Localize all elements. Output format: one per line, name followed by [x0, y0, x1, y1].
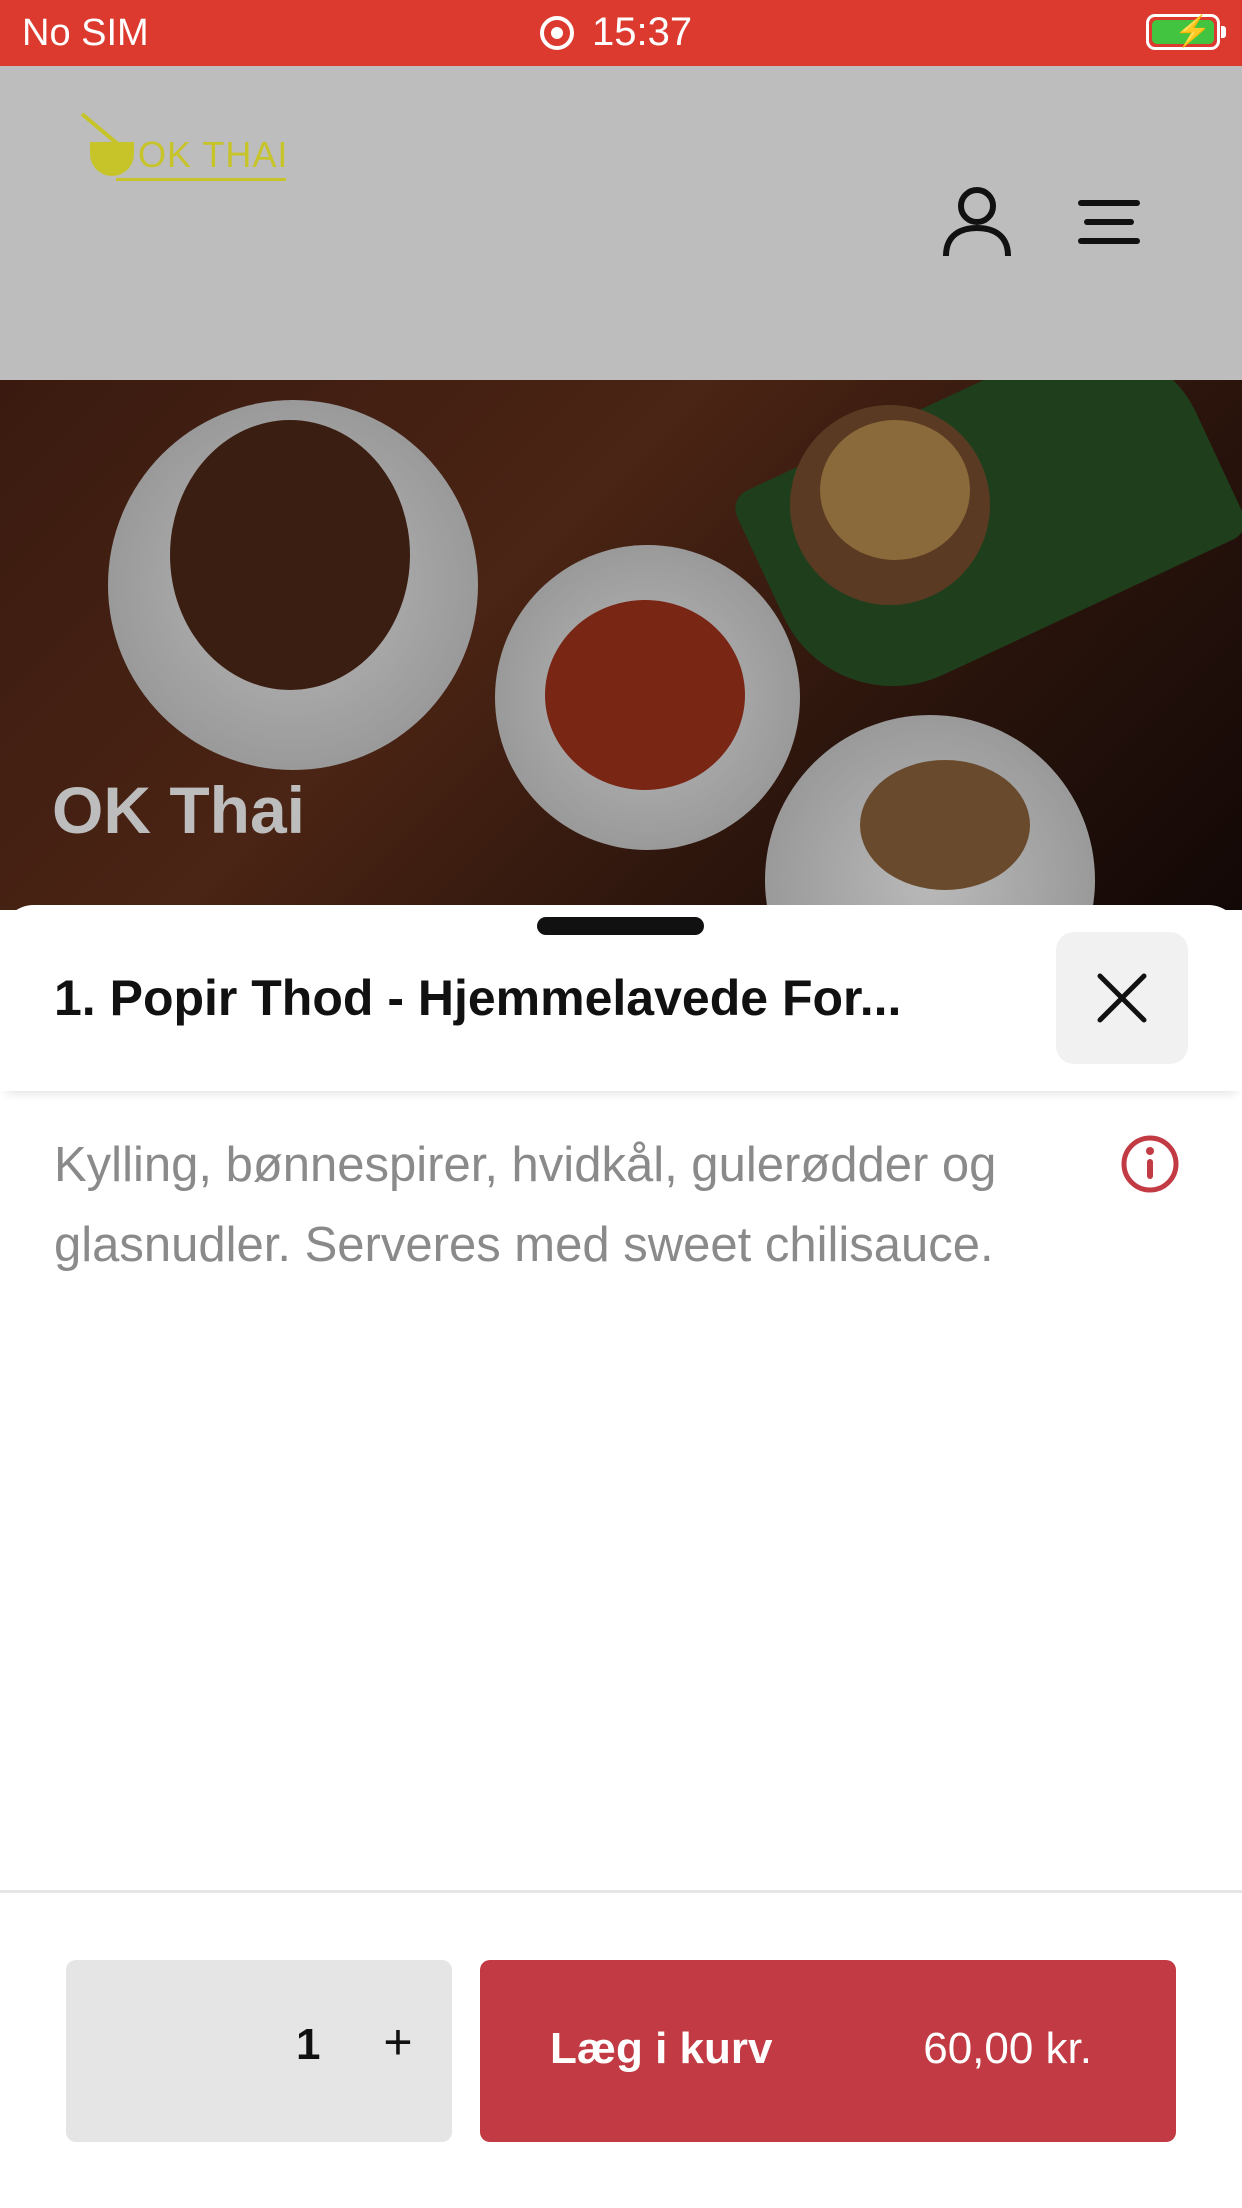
logo[interactable]: OK THAI — [76, 106, 296, 206]
info-icon[interactable] — [1120, 1134, 1180, 1194]
product-title: 1. Popir Thod - Hjemmelavede For... — [54, 970, 902, 1026]
screen-recording-icon — [540, 15, 574, 50]
bowl-icon — [90, 142, 134, 176]
restaurant-name: OK Thai — [52, 773, 306, 847]
hero-image: OK Thai — [0, 380, 1242, 910]
battery-icon: ⚡ — [1146, 14, 1226, 50]
add-to-cart-button[interactable]: Læg i kurv 60,00 kr. — [480, 1960, 1176, 2142]
price-label: 60,00 kr. — [923, 2024, 1092, 2073]
user-icon[interactable] — [942, 186, 1012, 258]
sheet-grabber[interactable] — [537, 917, 704, 935]
quantity-stepper: 1 + — [66, 1960, 452, 2142]
close-icon — [1097, 973, 1147, 1023]
quantity-value: 1 — [296, 2020, 321, 2069]
clock: 15:37 — [592, 10, 693, 54]
increase-quantity-button[interactable]: + — [362, 2006, 434, 2078]
hamburger-menu-icon[interactable] — [1078, 200, 1140, 244]
status-bar: No SIM 15:37 ⚡ — [0, 0, 1242, 66]
carrier-label: No SIM — [22, 12, 149, 54]
product-description: Kylling, bønnespirer, hvidkål, gulerødde… — [54, 1138, 997, 1272]
logo-text: OK THAI — [138, 134, 289, 175]
status-center: 15:37 — [540, 10, 692, 55]
add-to-cart-label: Læg i kurv — [550, 2024, 773, 2073]
site-header: OK THAI — [0, 66, 1242, 380]
close-button[interactable] — [1056, 932, 1188, 1064]
footer-divider — [0, 1890, 1242, 1893]
